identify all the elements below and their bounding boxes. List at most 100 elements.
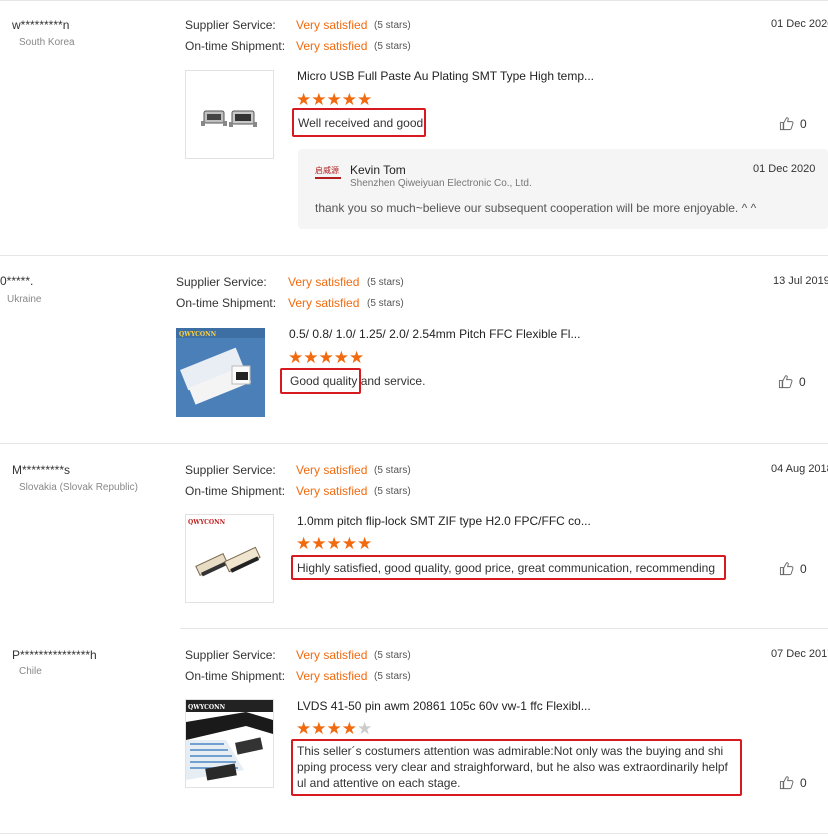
review-comment-line: This seller´s costumers attention was ad… bbox=[297, 744, 724, 758]
supplier-logo: 启威源 bbox=[315, 166, 343, 180]
shipment-stars: (5 stars) bbox=[374, 41, 411, 52]
supplier-service-value: Very satisfied bbox=[288, 275, 360, 289]
like-button[interactable]: 0 bbox=[779, 561, 807, 576]
reply-company: Shenzhen Qiweiyuan Electronic Co., Ltd. bbox=[350, 178, 532, 189]
supplier-service-value: Very satisfied bbox=[296, 463, 368, 477]
review-date: 13 Jul 2019 bbox=[773, 275, 828, 287]
product-title-link[interactable]: LVDS 41-50 pin awm 20861 105c 60v vw-1 f… bbox=[297, 699, 591, 713]
supplier-service-value: Very satisfied bbox=[296, 18, 368, 32]
product-thumbnail[interactable]: QWYCONN bbox=[185, 514, 274, 603]
star-icon: ★ bbox=[311, 90, 327, 109]
brand-watermark: QWYCONN bbox=[179, 331, 217, 338]
reviewer-name: 0*****. bbox=[0, 274, 34, 288]
review-comment-line: pping process very clear and straighforw… bbox=[297, 760, 728, 774]
supplier-service-stars: (5 stars) bbox=[374, 650, 411, 661]
star-icon: ★ bbox=[333, 348, 349, 367]
shipment-label: On-time Shipment: bbox=[185, 39, 286, 53]
like-count: 0 bbox=[799, 374, 806, 389]
star-icon: ★ bbox=[357, 90, 373, 109]
product-thumbnail[interactable] bbox=[185, 70, 274, 159]
star-icon: ★ bbox=[357, 534, 373, 553]
star-icon: ★ bbox=[311, 534, 327, 553]
star-empty-icon: ★ bbox=[357, 719, 373, 738]
reviewer-name: w*********n bbox=[12, 18, 70, 32]
shipment-stars: (5 stars) bbox=[374, 671, 411, 682]
star-icon: ★ bbox=[341, 90, 357, 109]
reply-text: thank you so much~believe our subsequent… bbox=[315, 201, 757, 215]
product-title-link[interactable]: 1.0mm pitch flip-lock SMT ZIF type H2.0 … bbox=[297, 514, 591, 528]
thumbs-up-icon bbox=[779, 562, 794, 576]
star-icon: ★ bbox=[296, 719, 312, 738]
star-icon: ★ bbox=[288, 348, 304, 367]
shipment-stars: (5 stars) bbox=[367, 298, 404, 309]
supplier-service-value: Very satisfied bbox=[296, 648, 368, 662]
reviewer-name: M*********s bbox=[12, 463, 71, 477]
shipment-value: Very satisfied bbox=[288, 296, 360, 310]
supplier-service-label: Supplier Service: bbox=[176, 275, 267, 289]
star-rating: ★★★★★ bbox=[296, 719, 373, 738]
like-button[interactable]: 0 bbox=[779, 775, 807, 790]
shipment-value: Very satisfied bbox=[296, 39, 368, 53]
thumbs-up-icon bbox=[778, 375, 793, 389]
supplier-service-stars: (5 stars) bbox=[367, 277, 404, 288]
review-date: 01 Dec 2020 bbox=[771, 18, 828, 30]
star-icon: ★ bbox=[296, 534, 312, 553]
reply-author-name: Kevin Tom bbox=[350, 163, 406, 177]
product-thumbnail[interactable]: QWYCONN bbox=[176, 328, 265, 417]
usb-connector-image bbox=[201, 110, 257, 127]
star-icon: ★ bbox=[303, 348, 319, 367]
shipment-label: On-time Shipment: bbox=[176, 296, 277, 310]
brand-watermark: QWYCONN bbox=[188, 704, 226, 711]
product-thumbnail[interactable]: QWYCONN bbox=[185, 699, 274, 788]
star-icon: ★ bbox=[341, 534, 357, 553]
review-item: 0*****. Ukraine Supplier Service: Very s… bbox=[0, 256, 828, 443]
shipment-stars: (5 stars) bbox=[374, 486, 411, 497]
review-item: w*********n South Korea Supplier Service… bbox=[0, 0, 828, 255]
product-title-link[interactable]: Micro USB Full Paste Au Plating SMT Type… bbox=[297, 69, 594, 83]
star-icon: ★ bbox=[311, 719, 327, 738]
brand-watermark: QWYCONN bbox=[188, 519, 226, 526]
shipment-label: On-time Shipment: bbox=[185, 669, 286, 683]
review-comment: Highly satisfied, good quality, good pri… bbox=[297, 561, 715, 575]
supplier-logo-text: 启威源 bbox=[315, 166, 339, 175]
reviewer-country: South Korea bbox=[19, 37, 75, 48]
review-item: M*********s Slovakia (Slovak Republic) S… bbox=[0, 444, 828, 628]
reviewer-country: Slovakia (Slovak Republic) bbox=[19, 482, 138, 493]
product-title-link[interactable]: 0.5/ 0.8/ 1.0/ 1.25/ 2.0/ 2.54mm Pitch F… bbox=[289, 327, 580, 341]
like-count: 0 bbox=[800, 775, 807, 790]
star-icon: ★ bbox=[341, 719, 357, 738]
thumbs-up-icon bbox=[779, 776, 794, 790]
star-icon: ★ bbox=[349, 348, 365, 367]
review-comment: Good quality and service. bbox=[290, 374, 426, 388]
like-button[interactable]: 0 bbox=[778, 374, 806, 389]
reply-date: 01 Dec 2020 bbox=[753, 163, 816, 175]
supplier-service-label: Supplier Service: bbox=[185, 18, 276, 32]
supplier-service-stars: (5 stars) bbox=[374, 20, 411, 31]
review-comment-line: ul and attentive on each stage. bbox=[297, 776, 461, 790]
reviewer-country: Chile bbox=[19, 666, 42, 677]
star-rating: ★★★★★ bbox=[296, 90, 373, 109]
lvds-cable-image: QWYCONN bbox=[186, 700, 273, 781]
divider bbox=[0, 833, 828, 834]
like-button[interactable]: 0 bbox=[779, 116, 807, 131]
supplier-reply: 启威源 Kevin Tom Shenzhen Qiweiyuan Electro… bbox=[298, 149, 828, 229]
review-item: P***************h Chile Supplier Service… bbox=[0, 629, 828, 833]
zif-connector-image: QWYCONN bbox=[188, 519, 261, 577]
star-rating: ★★★★★ bbox=[288, 348, 365, 367]
star-icon: ★ bbox=[326, 719, 342, 738]
star-icon: ★ bbox=[296, 90, 312, 109]
review-comment: Well received and good bbox=[298, 116, 424, 130]
review-date: 07 Dec 2017 bbox=[771, 648, 828, 660]
supplier-service-stars: (5 stars) bbox=[374, 465, 411, 476]
reviewer-country: Ukraine bbox=[7, 294, 42, 305]
like-count: 0 bbox=[800, 561, 807, 576]
star-icon: ★ bbox=[318, 348, 334, 367]
reviewer-name: P***************h bbox=[12, 648, 97, 662]
star-rating: ★★★★★ bbox=[296, 534, 373, 553]
review-date: 04 Aug 2018 bbox=[771, 463, 828, 475]
shipment-value: Very satisfied bbox=[296, 484, 368, 498]
ffc-cable-image: QWYCONN bbox=[176, 328, 265, 417]
shipment-value: Very satisfied bbox=[296, 669, 368, 683]
star-icon: ★ bbox=[326, 534, 342, 553]
supplier-service-label: Supplier Service: bbox=[185, 463, 276, 477]
